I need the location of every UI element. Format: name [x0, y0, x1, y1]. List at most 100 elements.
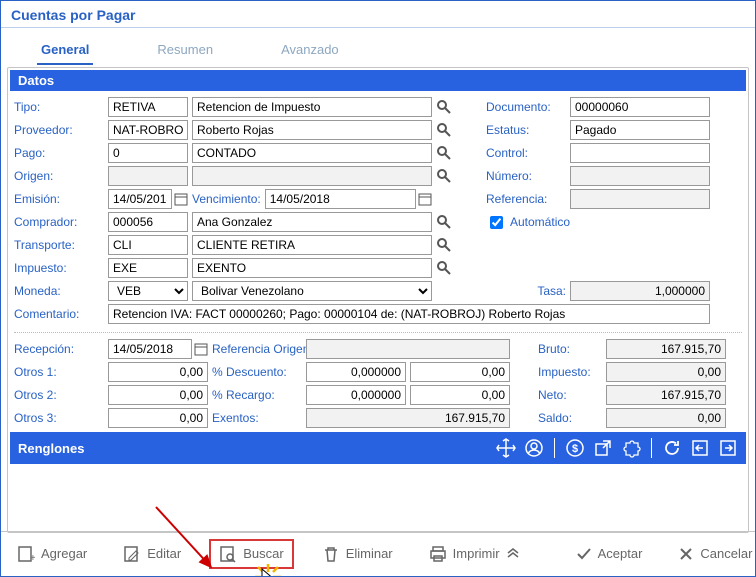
search-icon[interactable]	[436, 145, 452, 161]
search-icon[interactable]	[436, 99, 452, 115]
numero	[570, 166, 710, 186]
documento[interactable]	[570, 97, 710, 117]
tasa	[570, 281, 710, 301]
external-link-icon[interactable]	[593, 438, 613, 458]
lbl-exentos: Exentos:	[212, 411, 302, 425]
recepcion[interactable]	[108, 339, 192, 359]
origen-desc	[192, 166, 432, 186]
impuesto2	[606, 362, 726, 382]
lbl-emision: Emisión:	[14, 192, 104, 206]
lbl-bruto: Bruto:	[538, 342, 602, 356]
lbl-control: Control:	[486, 146, 566, 160]
import-icon[interactable]	[690, 438, 710, 458]
pago-desc[interactable]	[192, 143, 432, 163]
lbl-impuesto: Impuesto:	[14, 261, 104, 275]
search-icon[interactable]	[436, 122, 452, 138]
transporte-desc[interactable]	[192, 235, 432, 255]
lbl-estatus: Estatus:	[486, 123, 566, 137]
dollar-icon[interactable]: $	[565, 438, 585, 458]
tab-bar: General Resumen Avanzado	[7, 32, 749, 65]
recargo-pct[interactable]	[306, 385, 406, 405]
comprador-code[interactable]	[108, 212, 188, 232]
lbl-tasa: Tasa:	[486, 284, 566, 298]
window-title: Cuentas por Pagar	[1, 1, 755, 28]
puzzle-icon[interactable]	[621, 438, 641, 458]
saldo	[606, 408, 726, 428]
control[interactable]	[570, 143, 710, 163]
search-icon[interactable]	[436, 260, 452, 276]
lbl-comentario: Comentario:	[14, 307, 104, 321]
comprador-desc[interactable]	[192, 212, 432, 232]
move-arrows-icon[interactable]	[496, 438, 516, 458]
lbl-otros2: Otros 2:	[14, 388, 104, 402]
lbl-ref-origen: Referencia Origen:	[212, 343, 302, 355]
buscar-button[interactable]: Buscar	[209, 539, 293, 569]
lbl-otros3: Otros 3:	[14, 411, 104, 425]
svg-text:$: $	[572, 443, 578, 455]
export-icon[interactable]	[718, 438, 738, 458]
recargo-val[interactable]	[410, 385, 510, 405]
editar-button[interactable]: Editar	[115, 541, 189, 567]
moneda-desc[interactable]: Bolivar Venezolano	[192, 281, 432, 301]
lbl-vencimiento: Vencimiento:	[192, 192, 261, 206]
emision[interactable]	[108, 189, 172, 209]
lbl-pago: Pago:	[14, 146, 104, 160]
aceptar-button[interactable]: Aceptar	[568, 542, 651, 566]
descuento-pct[interactable]	[306, 362, 406, 382]
agregar-button[interactable]: + Agregar	[9, 541, 95, 567]
tab-general[interactable]: General	[37, 36, 93, 65]
eliminar-button[interactable]: Eliminar	[314, 541, 401, 567]
svg-text:+: +	[30, 553, 35, 563]
origen-code	[108, 166, 188, 186]
lbl-comprador: Comprador:	[14, 215, 104, 229]
otros2[interactable]	[108, 385, 208, 405]
search-icon[interactable]	[436, 237, 452, 253]
calendar-icon[interactable]	[174, 192, 188, 206]
cancelar-button[interactable]: Cancelar	[670, 542, 756, 566]
proveedor-desc[interactable]	[192, 120, 432, 140]
footer-toolbar: + Agregar Editar Buscar Eliminar Imprimi…	[1, 531, 755, 575]
search-icon[interactable]	[436, 214, 452, 230]
bruto	[606, 339, 726, 359]
estatus[interactable]	[570, 120, 710, 140]
otros3[interactable]	[108, 408, 208, 428]
accounts-payable-window: Cuentas por Pagar General Resumen Avanza…	[0, 0, 756, 577]
calendar-icon[interactable]	[418, 192, 432, 206]
exentos	[306, 408, 510, 428]
lbl-descuento: % Descuento:	[212, 365, 302, 379]
impuesto-desc[interactable]	[192, 258, 432, 278]
refresh-icon[interactable]	[662, 438, 682, 458]
lbl-proveedor: Proveedor:	[14, 123, 104, 137]
tab-resumen[interactable]: Resumen	[153, 36, 217, 65]
otros1[interactable]	[108, 362, 208, 382]
impuesto-code[interactable]	[108, 258, 188, 278]
calendar-icon[interactable]	[194, 342, 208, 356]
pago-code[interactable]	[108, 143, 188, 163]
imprimir-button[interactable]: Imprimir	[421, 541, 528, 567]
vencimiento[interactable]	[265, 189, 416, 209]
moneda-code[interactable]: VEB	[108, 281, 188, 301]
lbl-numero: Número:	[486, 169, 566, 183]
tipo-code[interactable]	[108, 97, 188, 117]
lbl-otros1: Otros 1:	[14, 365, 104, 379]
proveedor-code[interactable]	[108, 120, 188, 140]
automatico-checkbox[interactable]	[490, 216, 503, 229]
user-icon[interactable]	[524, 438, 544, 458]
form-panel: Datos Tipo: Documento: Proveedor: Estatu…	[7, 67, 749, 533]
lbl-impuesto2: Impuesto:	[538, 365, 602, 379]
lbl-recargo: % Recargo:	[212, 388, 302, 402]
lbl-origen: Origen:	[14, 169, 104, 183]
lbl-transporte: Transporte:	[14, 238, 104, 252]
chevron-up-icon[interactable]	[506, 547, 520, 561]
transporte-code[interactable]	[108, 235, 188, 255]
renglones-header: Renglones	[18, 441, 84, 456]
lbl-referencia: Referencia:	[486, 192, 566, 206]
tab-avanzado[interactable]: Avanzado	[277, 36, 343, 65]
lbl-automatico: Automático	[510, 215, 570, 229]
tipo-desc[interactable]	[192, 97, 432, 117]
search-icon[interactable]	[436, 168, 452, 184]
lbl-tipo: Tipo:	[14, 100, 104, 114]
descuento-val[interactable]	[410, 362, 510, 382]
neto	[606, 385, 726, 405]
comentario[interactable]	[108, 304, 710, 324]
